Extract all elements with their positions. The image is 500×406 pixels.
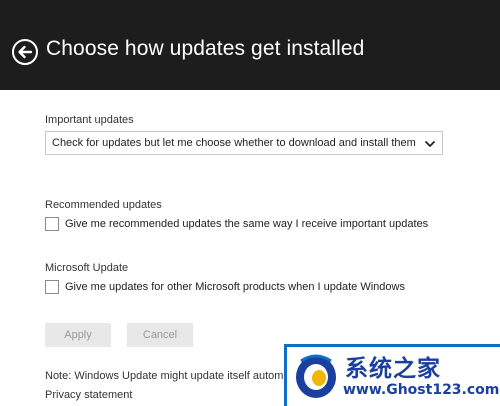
update-note: Note: Windows Update might update itself… <box>45 370 295 382</box>
watermark-title: 系统之家 <box>345 356 441 382</box>
watermark-logo: 系统之家 www.Ghost123.com <box>284 344 500 406</box>
microsoft-update-checkbox-label[interactable]: Give me updates for other Microsoft prod… <box>65 281 405 293</box>
recommended-updates-checkbox-label[interactable]: Give me recommended updates the same way… <box>65 218 428 230</box>
header-bar: Choose how updates get installed <box>0 0 500 90</box>
recommended-updates-label: Recommended updates <box>45 199 162 211</box>
watermark-url: www.Ghost123.com <box>343 382 500 398</box>
apply-button[interactable]: Apply <box>45 323 111 347</box>
cancel-button[interactable]: Cancel <box>127 323 193 347</box>
chevron-down-icon <box>424 137 436 149</box>
recommended-updates-checkbox[interactable] <box>45 217 59 231</box>
ghost-logo-icon <box>293 351 339 401</box>
privacy-statement-link[interactable]: Privacy statement <box>45 389 132 401</box>
back-arrow-icon[interactable] <box>11 38 39 66</box>
important-updates-dropdown[interactable]: Check for updates but let me choose whet… <box>45 131 443 155</box>
microsoft-update-label: Microsoft Update <box>45 262 129 274</box>
important-updates-selected: Check for updates but let me choose whet… <box>52 137 416 149</box>
important-updates-label: Important updates <box>45 114 134 126</box>
page-title: Choose how updates get installed <box>46 37 365 60</box>
microsoft-update-checkbox[interactable] <box>45 280 59 294</box>
